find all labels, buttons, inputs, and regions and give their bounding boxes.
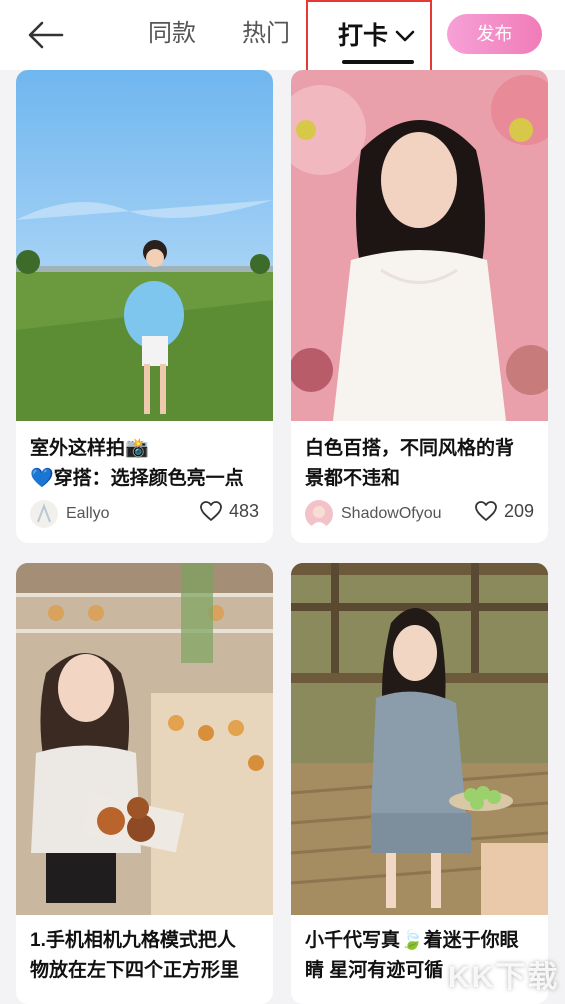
post-card[interactable]: 1.手机相机九格模式把人 物放在左下四个正方形里 (16, 563, 273, 1004)
active-tab-indicator (342, 60, 414, 64)
post-photo-bakery (16, 563, 273, 915)
post-author[interactable]: Eallyo (30, 499, 110, 529)
post-photo-white-dress (291, 70, 548, 421)
post-title-line: 白色百搭，不同风格的背 (305, 438, 515, 459)
tab-popular[interactable]: 热门 (242, 17, 290, 51)
post-photo-outdoor-field (16, 70, 273, 421)
post-photo-bamboo-porch (291, 563, 548, 915)
post-title-line: 景都不违和 (305, 468, 401, 489)
post-title: 1.手机相机九格模式把人 物放在左下四个正方形里 (30, 926, 266, 986)
heart-icon (475, 501, 497, 521)
tab-same-style[interactable]: 同款 (148, 17, 196, 51)
post-title: 室外这样拍📸 💙穿搭：选择颜色亮一点 (30, 434, 266, 494)
post-title: 白色百搭，不同风格的背 景都不违和 (305, 434, 541, 494)
arrow-left-icon (28, 21, 64, 49)
tab-check-in[interactable]: 打卡 (306, 0, 432, 76)
post-author[interactable]: ShadowOfyou (305, 499, 442, 529)
post-title-line: 室外这样拍📸 (30, 438, 149, 459)
watermark-url: www.kkx.net (480, 990, 536, 1001)
chevron-down-icon (395, 30, 415, 42)
post-card[interactable]: 白色百搭，不同风格的背 景都不违和 ShadowOfyou 209 (291, 70, 548, 543)
publish-button[interactable]: 发布 (447, 14, 542, 54)
post-title-line: 1.手机相机九格模式把人 (30, 930, 236, 951)
back-button[interactable] (26, 18, 66, 52)
avatar (30, 500, 58, 528)
author-name: ShadowOfyou (341, 505, 442, 522)
post-title-line: 💙穿搭：选择颜色亮一点 (30, 468, 244, 489)
post-title-line: 物放在左下四个正方形里 (30, 960, 240, 981)
heart-icon (200, 501, 222, 521)
tab-check-in-label: 打卡 (338, 22, 389, 50)
avatar (305, 500, 333, 528)
like-count: 483 (228, 500, 259, 521)
like-button[interactable]: 209 (474, 500, 534, 522)
top-navigation-bar: 同款 热门 打卡 发布 (0, 0, 565, 76)
post-card[interactable]: 小千代写真🍃着迷于你眼 睛 星河有迹可循 (291, 563, 548, 1004)
author-name: Eallyo (66, 505, 110, 522)
like-count: 209 (503, 500, 534, 521)
post-card[interactable]: 室外这样拍📸 💙穿搭：选择颜色亮一点 Eallyo 483 (16, 70, 273, 543)
like-button[interactable]: 483 (199, 500, 259, 522)
